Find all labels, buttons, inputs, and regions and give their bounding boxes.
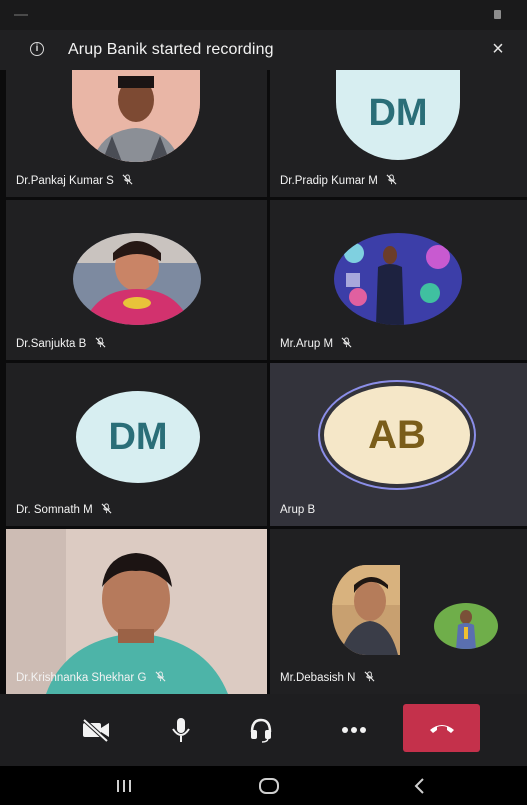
info-icon: i <box>30 42 44 56</box>
participant-name: Mr.Debasish N <box>280 672 356 684</box>
avatar-initials: AB <box>368 412 426 457</box>
mic-muted-icon <box>95 337 106 348</box>
call-toolbar <box>0 694 527 766</box>
home-button[interactable] <box>239 770 299 802</box>
recent-apps-icon <box>117 780 131 792</box>
participant-tile[interactable]: Dr.Pankaj Kumar S <box>6 70 267 197</box>
recording-banner: i Arup Banik started recording × <box>0 30 527 70</box>
participant-tile[interactable]: DM Dr. Somnath M <box>6 363 267 526</box>
participant-name: Mr.Arup M <box>280 338 334 350</box>
status-bar <box>0 0 527 30</box>
avatar: DM <box>336 70 460 160</box>
back-icon <box>414 778 424 794</box>
participant-tile[interactable]: Dr.Sanjukta B <box>6 200 267 360</box>
avatar <box>332 565 400 655</box>
microphone-button[interactable] <box>157 706 205 754</box>
mic-muted-icon <box>155 671 166 682</box>
avatar-initials: DM <box>108 415 168 458</box>
participant-video <box>6 529 267 694</box>
more-icon <box>342 727 366 733</box>
audio-options-button[interactable] <box>237 706 285 754</box>
participant-name: Dr.Krishnanka Shekhar G <box>16 672 147 684</box>
mic-muted-icon <box>101 503 112 514</box>
mic-muted-icon <box>341 337 352 348</box>
avatar <box>334 233 462 325</box>
headset-icon <box>250 718 272 743</box>
mic-muted-icon <box>386 174 397 185</box>
avatar <box>72 70 200 162</box>
avatar <box>73 233 201 325</box>
home-icon <box>259 778 279 794</box>
participant-tile[interactable]: Mr.Debasish N <box>270 529 527 694</box>
avatar: AB <box>324 386 470 484</box>
recent-apps-button[interactable] <box>94 770 154 802</box>
avatar-initials: DM <box>368 91 428 134</box>
participant-name: Dr.Pradip Kumar M <box>280 175 378 187</box>
participant-name: Dr.Sanjukta B <box>16 338 87 350</box>
close-banner-button[interactable]: × <box>487 38 509 60</box>
camera-off-icon <box>82 718 109 742</box>
participant-tile-active[interactable]: AB Arup B <box>270 363 527 526</box>
battery-icon <box>494 10 501 19</box>
status-indicator <box>14 14 28 16</box>
participant-name: Dr.Pankaj Kumar S <box>16 175 114 187</box>
system-nav-bar <box>0 766 527 805</box>
participant-grid: Dr.Pankaj Kumar S DM Dr.Pradip Kumar M D <box>6 70 527 694</box>
end-call-button[interactable] <box>403 704 480 752</box>
back-button[interactable] <box>389 770 449 802</box>
participant-name: Arup B <box>280 504 316 516</box>
mic-muted-icon <box>122 174 133 185</box>
microphone-icon <box>172 718 190 742</box>
participant-name: Dr. Somnath M <box>16 504 93 516</box>
participant-video-tile[interactable]: Dr.Krishnanka Shekhar G <box>6 529 267 694</box>
avatar: DM <box>76 391 200 483</box>
more-options-button[interactable] <box>330 706 378 754</box>
participant-tile[interactable]: Mr.Arup M <box>270 200 527 360</box>
mic-muted-icon <box>364 671 375 682</box>
participant-tile[interactable]: DM Dr.Pradip Kumar M <box>270 70 527 197</box>
avatar-secondary <box>434 603 498 649</box>
end-call-icon <box>429 725 454 733</box>
camera-toggle-button[interactable] <box>72 706 120 754</box>
recording-message: Arup Banik started recording <box>68 41 274 58</box>
